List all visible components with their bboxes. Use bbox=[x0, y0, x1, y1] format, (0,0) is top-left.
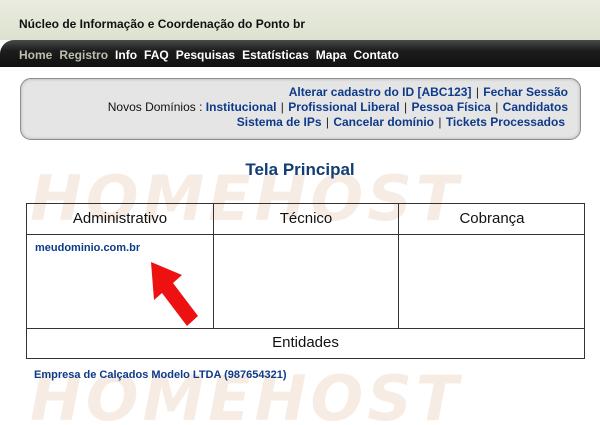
main-navbar: Home Registro Info FAQ Pesquisas Estatís… bbox=[0, 40, 600, 67]
red-arrow-icon bbox=[151, 262, 198, 326]
cancelar-dominio-link[interactable]: Cancelar domínio bbox=[333, 115, 434, 129]
domain-link[interactable]: meudominio.com.br bbox=[35, 242, 140, 254]
page-title: Tela Principal bbox=[245, 160, 355, 179]
contacts-table: Administrativo Técnico Cobrança meudomin… bbox=[26, 203, 585, 329]
nav-estatisticas[interactable]: Estatísticas bbox=[242, 48, 309, 62]
separator: | bbox=[495, 100, 499, 114]
site-title: Núcleo de Informação e Coordenação do Po… bbox=[19, 17, 306, 31]
site-header: Núcleo de Informação e Coordenação do Po… bbox=[0, 0, 600, 40]
nav-items: Home Registro Info FAQ Pesquisas Estatís… bbox=[19, 48, 406, 62]
nav-pesquisas[interactable]: Pesquisas bbox=[176, 48, 235, 62]
sistema-ips-link[interactable]: Sistema de IPs bbox=[237, 115, 322, 129]
column-header-administrativo: Administrativo bbox=[27, 204, 214, 235]
nav-registro[interactable]: Registro bbox=[59, 48, 108, 62]
nav-info[interactable]: Info bbox=[115, 48, 137, 62]
separator: | bbox=[438, 115, 442, 129]
column-header-tecnico: Técnico bbox=[214, 204, 399, 235]
nav-home[interactable]: Home bbox=[19, 48, 52, 62]
novos-dominios-label: Novos Domínios : bbox=[107, 100, 203, 114]
entities-header: Entidades bbox=[26, 328, 585, 359]
profissional-liberal-link[interactable]: Profissional Liberal bbox=[288, 100, 399, 114]
cell-tecnico bbox=[214, 235, 399, 328]
nav-contato[interactable]: Contato bbox=[353, 48, 398, 62]
panel-line-account: Alterar cadastro do ID [ABC123] | Fechar… bbox=[289, 85, 568, 100]
arrow-shape bbox=[151, 262, 198, 326]
tickets-processados-link[interactable]: Tickets Processados bbox=[446, 115, 565, 129]
panel-line-tools: Sistema de IPs | Cancelar domínio | Tick… bbox=[237, 115, 565, 130]
cell-cobranca bbox=[399, 235, 585, 328]
fechar-sessao-link[interactable]: Fechar Sessão bbox=[483, 85, 568, 99]
account-panel: Alterar cadastro do ID [ABC123] | Fechar… bbox=[20, 78, 581, 140]
nav-faq[interactable]: FAQ bbox=[144, 48, 169, 62]
company-link[interactable]: Empresa de Calçados Modelo LTDA (9876543… bbox=[34, 369, 286, 381]
separator: | bbox=[403, 100, 408, 114]
separator: | bbox=[475, 85, 479, 99]
panel-line-novos-dominios: Novos Domínios : Institucional | Profiss… bbox=[108, 100, 568, 115]
candidatos-link[interactable]: Candidatos bbox=[503, 100, 568, 114]
institucional-link[interactable]: Institucional bbox=[206, 100, 277, 114]
separator: | bbox=[325, 115, 329, 129]
pessoa-fisica-link[interactable]: Pessoa Física bbox=[411, 100, 490, 114]
column-header-cobranca: Cobrança bbox=[399, 204, 585, 235]
separator: | bbox=[280, 100, 284, 114]
nav-mapa[interactable]: Mapa bbox=[316, 48, 347, 62]
alterar-cadastro-link[interactable]: Alterar cadastro do ID [ABC123] bbox=[289, 85, 472, 99]
